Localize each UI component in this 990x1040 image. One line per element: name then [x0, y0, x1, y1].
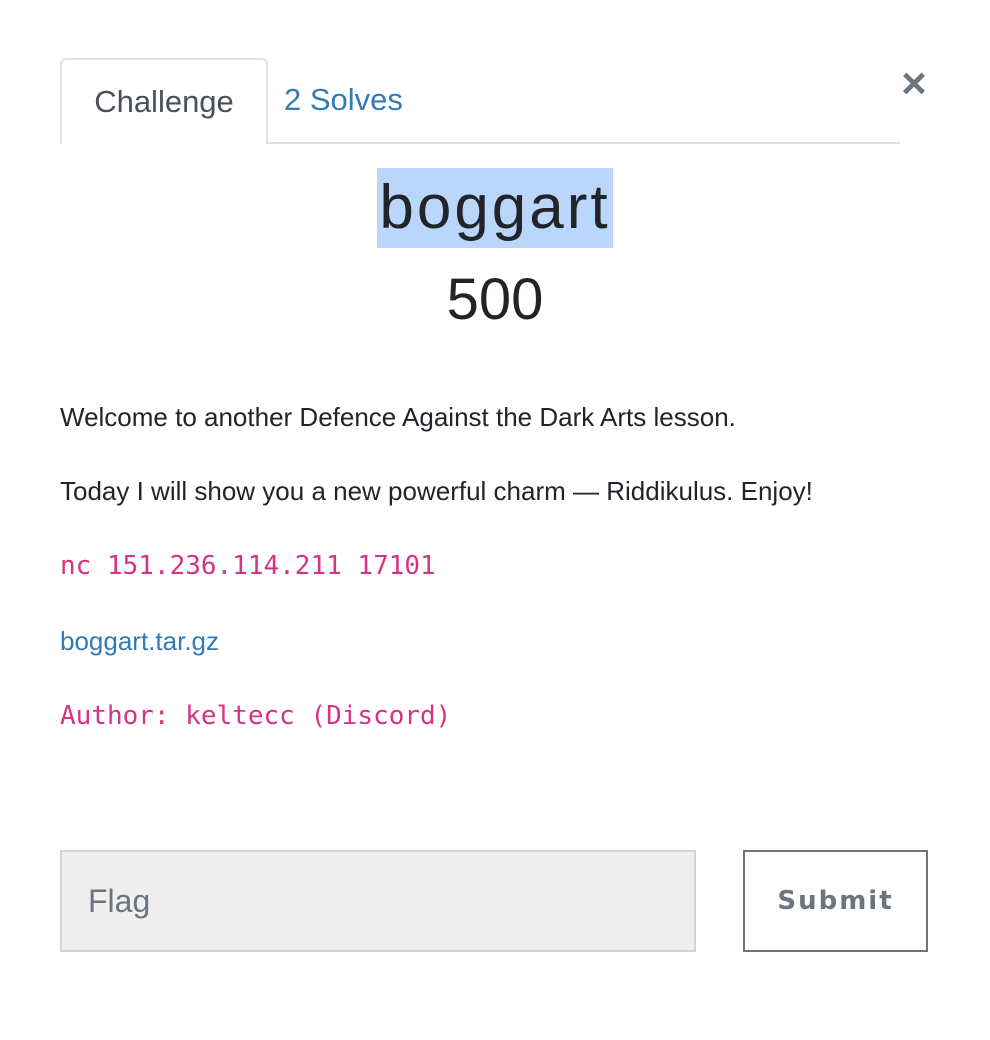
challenge-modal: Challenge 2 Solves × boggart 500 Welcome…	[0, 0, 990, 1040]
description-paragraph-2: Today I will show you a new powerful cha…	[60, 476, 813, 506]
challenge-title: boggart	[377, 168, 613, 248]
tab-challenge[interactable]: Challenge	[60, 58, 268, 144]
author-credit: Author: keltecc (Discord)	[60, 701, 452, 731]
close-icon[interactable]: ×	[896, 62, 932, 106]
flag-input[interactable]	[60, 850, 696, 952]
submit-button[interactable]: Submit	[743, 850, 928, 952]
download-link[interactable]: boggart.tar.gz	[60, 624, 219, 658]
tab-challenge-label: Challenge	[94, 84, 234, 119]
challenge-tabs: Challenge 2 Solves	[60, 58, 900, 144]
description-paragraph-1: Welcome to another Defence Against the D…	[60, 402, 736, 432]
challenge-title-wrap: boggart	[0, 168, 990, 248]
connection-command: nc 151.236.114.211 17101	[60, 551, 436, 581]
tab-solves[interactable]: 2 Solves	[284, 58, 434, 142]
challenge-points: 500	[446, 267, 544, 332]
tab-solves-label: 2 Solves	[284, 82, 403, 117]
